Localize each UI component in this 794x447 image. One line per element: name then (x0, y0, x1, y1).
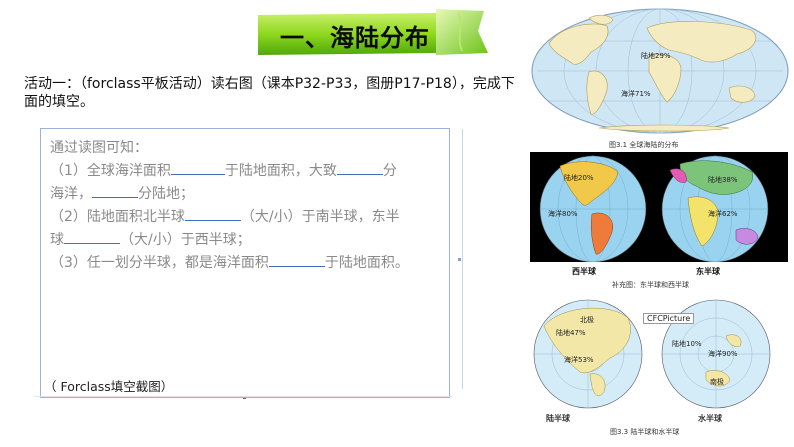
blank-1[interactable] (170, 160, 225, 175)
east-hemisphere-name: 东半球 (696, 267, 720, 276)
answer-text: 通过读图可知： （1）全球海洋面积 于陆地面积，大致分 海洋， 分陆地； （2）陆地… (50, 137, 445, 275)
activity-instruction: 活动一：（forclass平板活动）读右图（课本P32-P33，图册P17-P1… (24, 76, 515, 110)
west-hemisphere-name: 西半球 (572, 267, 596, 276)
water-hemi-land-label: 陆地10% (672, 339, 702, 348)
north-pole-label: 北极 (580, 315, 594, 324)
cfcpicture-overlay-label[interactable]: CFCPicture (643, 313, 695, 324)
figure-1-caption: 图3.1 全球海陆的分布 (609, 141, 679, 149)
water-hemisphere-name: 水半球 (698, 414, 722, 423)
resize-handle[interactable] (458, 258, 461, 261)
west-land-label: 陆地20% (564, 173, 594, 182)
hemisphere-figure: 陆地20% 海洋80% 陆地38% 海洋62% 西半球 东半球 补充图：东半球和… (530, 152, 792, 292)
page-title: 一、海陆分布 (280, 24, 430, 52)
south-pole-label: 南极 (710, 377, 724, 386)
land-hemi-land-label: 陆地47% (556, 329, 586, 337)
intro-line: 通过读图可知： (50, 140, 148, 156)
world-map-figure: 陆地29% 海洋71% 图3.1 全球海陆的分布 (529, 6, 791, 152)
water-hemi-ocean-label: 海洋90% (708, 349, 738, 358)
world-map-image: 陆地29% 海洋71% (531, 8, 789, 134)
caption-divider (34, 396, 452, 397)
question-1-cont-line: 海洋， 分陆地； (50, 183, 445, 206)
blank-4[interactable] (184, 206, 241, 221)
hemisphere-image: 陆地20% 海洋80% 陆地38% 海洋62% (539, 155, 769, 262)
question-3-line: （3）任一划分半球，都是海洋面积 于陆地面积。 (50, 252, 445, 275)
screenshot-caption: （ Forclass填空截图） (44, 379, 174, 394)
figure-3-caption: 图3.3 陆半球和水半球 (610, 428, 680, 436)
figure-2-caption: 补充图：东半球和西半球 (612, 281, 689, 289)
map-ocean-label: 海洋71% (621, 89, 651, 98)
east-ocean-label: 海洋62% (708, 209, 738, 218)
question-2-line: （2）陆地面积北半球 （大/小）于南半球，东半 (50, 206, 445, 229)
fill-in-blank-box: 通过读图可知： （1）全球海洋面积 于陆地面积，大致分 海洋， 分陆地； （2）陆地… (40, 128, 463, 398)
west-ocean-label: 海洋80% (548, 209, 578, 218)
box-side-line (462, 129, 463, 389)
blank-6[interactable] (268, 252, 325, 267)
east-land-label: 陆地38% (708, 175, 738, 184)
blank-3[interactable] (92, 183, 138, 198)
title-banner: 一、海陆分布 (258, 9, 490, 59)
small-mark (243, 398, 246, 399)
map-land-label: 陆地29% (641, 51, 671, 60)
land-hemi-ocean-label: 海洋53% (564, 355, 594, 364)
land-hemisphere-name: 陆半球 (546, 414, 570, 423)
question-1-line: （1）全球海洋面积 于陆地面积，大致分 (50, 160, 445, 183)
blank-5[interactable] (64, 229, 120, 244)
blank-2[interactable] (336, 160, 383, 175)
question-2-cont-line: 球（大/小）于西半球； (50, 229, 445, 252)
